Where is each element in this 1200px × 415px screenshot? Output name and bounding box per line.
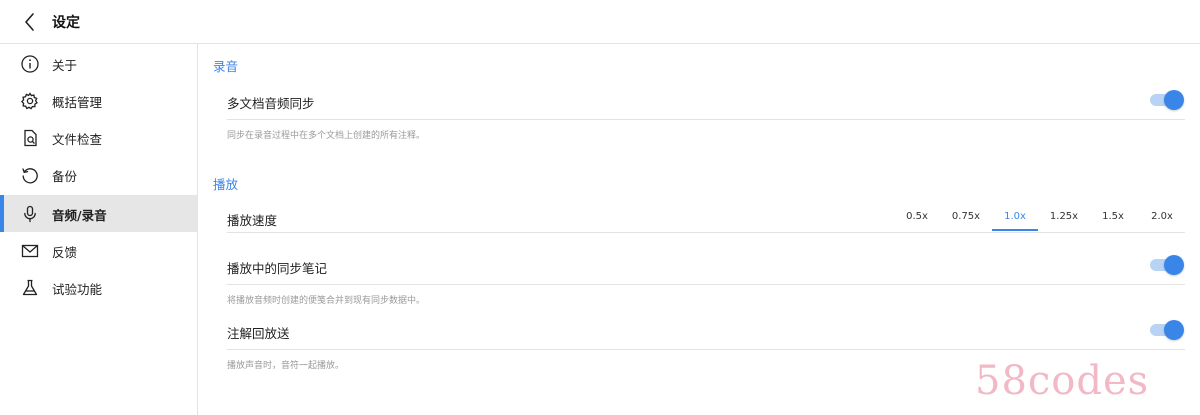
header-bar: 设定 xyxy=(0,0,1200,44)
sidebar-item-label: 音频/录音 xyxy=(52,208,107,223)
selected-speed-indicator xyxy=(992,229,1038,231)
microphone-icon xyxy=(24,205,36,223)
sync-notes-description: 将播放音频时创建的便笺合并到现有同步数据中。 xyxy=(227,296,426,306)
playback-speed-label: 播放速度 xyxy=(227,213,278,228)
page-title: 设定 xyxy=(52,15,80,31)
speed-option-2.0x[interactable]: 2.0x xyxy=(1139,211,1185,233)
file-search-icon xyxy=(24,129,37,147)
backup-icon xyxy=(22,168,38,184)
section-title-playback: 播放 xyxy=(213,177,239,192)
gear-icon xyxy=(21,92,38,110)
divider xyxy=(227,119,1185,120)
toggle-knob xyxy=(1164,90,1184,110)
sidebar-item-file-check[interactable]: 文件检查 xyxy=(0,119,198,156)
sidebar-item-label: 关于 xyxy=(52,58,78,73)
divider xyxy=(227,349,1185,350)
mail-icon xyxy=(21,244,39,258)
multi-doc-sync-toggle[interactable] xyxy=(1150,90,1184,110)
sidebar-item-feedback[interactable]: 反馈 xyxy=(0,232,198,269)
speed-option-0.75x[interactable]: 0.75x xyxy=(943,211,989,233)
chevron-left-icon xyxy=(25,13,34,31)
speed-option-0.5x[interactable]: 0.5x xyxy=(894,211,940,233)
sidebar-item-about[interactable]: 关于 xyxy=(0,45,198,82)
sidebar-item-outline-management[interactable]: 概括管理 xyxy=(0,82,198,119)
section-title-recording: 录音 xyxy=(213,59,239,74)
multi-doc-sync-label: 多文档音频同步 xyxy=(227,96,315,111)
divider xyxy=(227,232,1185,233)
multi-doc-sync-description: 同步在录音过程中在多个文档上创建的所有注释。 xyxy=(227,131,426,141)
sidebar-item-experimental[interactable]: 试验功能 xyxy=(0,269,198,306)
info-icon xyxy=(21,55,39,73)
sidebar-item-label: 概括管理 xyxy=(52,95,103,110)
sync-notes-label: 播放中的同步笔记 xyxy=(227,261,328,276)
sync-notes-toggle[interactable] xyxy=(1150,255,1184,275)
toggle-knob xyxy=(1164,320,1184,340)
sidebar-item-backup[interactable]: 备份 xyxy=(0,156,198,193)
back-button[interactable] xyxy=(18,10,42,34)
sidebar-item-label: 试验功能 xyxy=(52,282,103,297)
annotation-playback-description: 播放声音时，音符一起播放。 xyxy=(227,361,345,371)
annotation-playback-label: 注解回放送 xyxy=(227,326,290,341)
watermark: 58codes xyxy=(975,358,1150,404)
annotation-playback-toggle[interactable] xyxy=(1150,320,1184,340)
flask-icon xyxy=(22,279,38,296)
speed-option-1.25x[interactable]: 1.25x xyxy=(1041,211,1087,233)
toggle-knob xyxy=(1164,255,1184,275)
sidebar-item-label: 反馈 xyxy=(52,245,78,260)
sidebar-item-audio-recording[interactable]: 音频/录音 xyxy=(0,195,198,232)
speed-option-1.5x[interactable]: 1.5x xyxy=(1090,211,1136,233)
sidebar: 关于 概括管理 文件检查 备份 音频/录音 反馈 试验功能 xyxy=(0,44,198,415)
sidebar-item-label: 文件检查 xyxy=(52,132,103,147)
divider xyxy=(227,284,1185,285)
sidebar-item-label: 备份 xyxy=(52,169,78,184)
